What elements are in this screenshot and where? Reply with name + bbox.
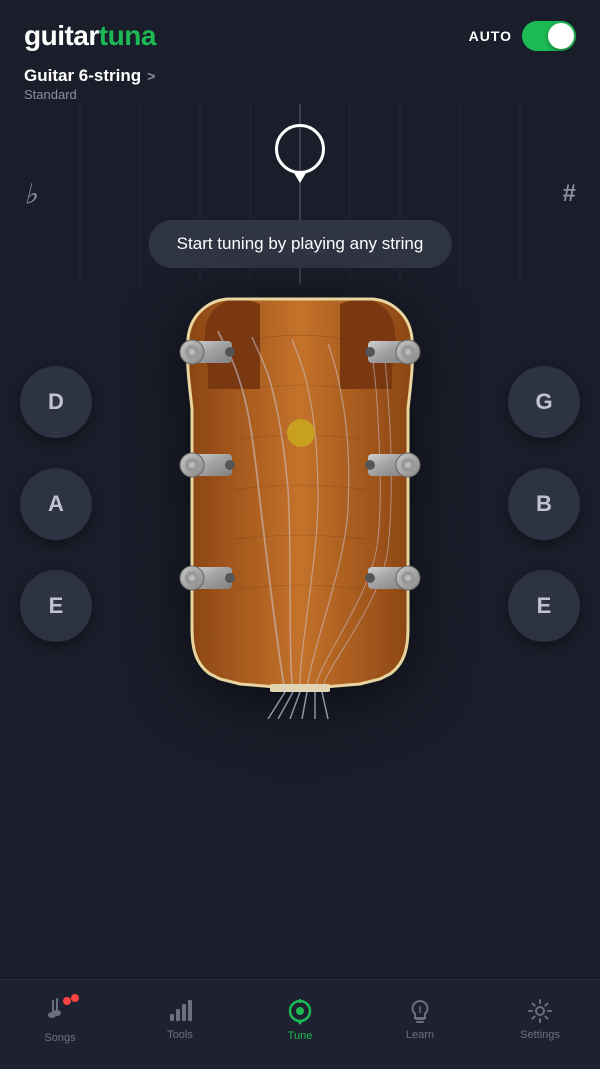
sharp-symbol[interactable]: #: [563, 180, 576, 208]
tools-label: Tools: [167, 1029, 193, 1041]
string-buttons-right: G B E: [508, 366, 580, 642]
instrument-name[interactable]: Guitar 6-string >: [24, 66, 576, 86]
prompt-message: Start tuning by playing any string: [149, 220, 452, 268]
string-button-E-high[interactable]: E: [508, 570, 580, 642]
tune-label: Tune: [288, 1030, 313, 1042]
chevron-right-icon: >: [147, 68, 155, 84]
tuner-indicator: [275, 124, 325, 183]
instrument-name-text: Guitar 6-string: [24, 66, 141, 86]
logo-guitar-text: guitar: [24, 20, 99, 51]
logo-tuna-text: tuna: [99, 20, 156, 51]
tune-icon: [286, 997, 314, 1025]
headstock-container: [160, 289, 440, 719]
string-button-G[interactable]: G: [508, 366, 580, 438]
string-button-B[interactable]: B: [508, 468, 580, 540]
learn-label: Learn: [406, 1029, 434, 1041]
string-buttons-left: D A E: [20, 366, 92, 642]
flat-symbol[interactable]: ♭: [24, 178, 37, 211]
nav-item-tools[interactable]: Tools: [140, 998, 220, 1041]
app-header: guitartuna AUTO: [0, 0, 600, 62]
auto-label: AUTO: [469, 28, 512, 44]
instrument-selector[interactable]: Guitar 6-string > Standard: [0, 62, 600, 104]
learn-icon: [407, 998, 433, 1024]
nav-item-learn[interactable]: Learn: [380, 998, 460, 1041]
songs-label: Songs: [44, 1032, 75, 1044]
songs-icon: [47, 996, 73, 1022]
tuner-area: ♭ # Start tuning by playing any string: [0, 104, 600, 284]
nav-item-tune[interactable]: Tune: [260, 997, 340, 1042]
tools-icon: [167, 998, 193, 1024]
toggle-thumb: [548, 23, 574, 49]
tuner-circle: [275, 124, 325, 174]
auto-toggle[interactable]: [522, 21, 576, 51]
app-logo: guitartuna: [24, 20, 156, 52]
yellow-dot-indicator: [287, 419, 315, 447]
string-button-D[interactable]: D: [20, 366, 92, 438]
bottom-navigation: Songs Tools Tune Learn: [0, 979, 600, 1069]
guitar-section: D A E: [0, 284, 600, 724]
songs-icon-container: [47, 996, 73, 1027]
settings-label: Settings: [520, 1029, 560, 1041]
nav-item-settings[interactable]: Settings: [500, 998, 580, 1041]
string-button-A[interactable]: A: [20, 468, 92, 540]
guitar-headstock-svg: [160, 289, 440, 719]
auto-toggle-container[interactable]: AUTO: [469, 21, 576, 51]
nav-item-songs[interactable]: Songs: [20, 996, 100, 1044]
tuning-name: Standard: [24, 87, 576, 102]
tuner-pointer: [294, 173, 306, 183]
string-button-E-low[interactable]: E: [20, 570, 92, 642]
settings-icon: [527, 998, 553, 1024]
